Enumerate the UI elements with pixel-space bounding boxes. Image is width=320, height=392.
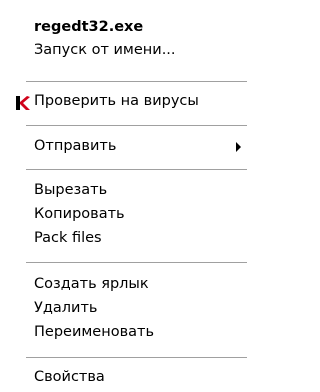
context-menu: regedt32.exe Запуск от имени... Проверит… (0, 0, 247, 392)
menu-item-label: Удалить (34, 300, 98, 316)
menu-item-pack-files[interactable]: Pack files (0, 226, 247, 250)
menu-separator (26, 125, 247, 126)
menu-item-open-file[interactable]: regedt32.exe (0, 15, 247, 39)
menu-item-label: Свойства (34, 369, 105, 385)
menu-item-run-as[interactable]: Запуск от имени... (0, 38, 247, 62)
menu-item-delete[interactable]: Удалить (0, 296, 247, 320)
menu-separator (26, 169, 247, 170)
menu-item-label: Отправить (34, 138, 117, 154)
menu-item-label: Копировать (34, 206, 125, 222)
menu-item-label: Pack files (34, 230, 102, 246)
menu-item-label: Проверить на вирусы (34, 93, 199, 109)
menu-item-label: regedt32.exe (34, 19, 144, 35)
menu-item-label: Запуск от имени... (34, 42, 176, 58)
menu-item-rename[interactable]: Переименовать (0, 320, 247, 344)
menu-separator (26, 357, 247, 358)
menu-item-send-to[interactable]: Отправить (0, 134, 247, 158)
menu-item-scan-viruses[interactable]: Проверить на вирусы (0, 89, 247, 113)
menu-item-label: Создать ярлык (34, 276, 149, 292)
menu-separator (26, 262, 247, 263)
menu-item-label: Вырезать (34, 182, 108, 198)
menu-separator (26, 81, 247, 82)
menu-item-label: Переименовать (34, 324, 155, 340)
menu-item-create-shortcut[interactable]: Создать ярлык (0, 272, 247, 296)
submenu-arrow-icon (236, 142, 241, 152)
menu-item-cut[interactable]: Вырезать (0, 178, 247, 202)
menu-item-properties[interactable]: Свойства (0, 365, 247, 389)
menu-item-copy[interactable]: Копировать (0, 202, 247, 226)
kaspersky-icon (16, 96, 30, 110)
